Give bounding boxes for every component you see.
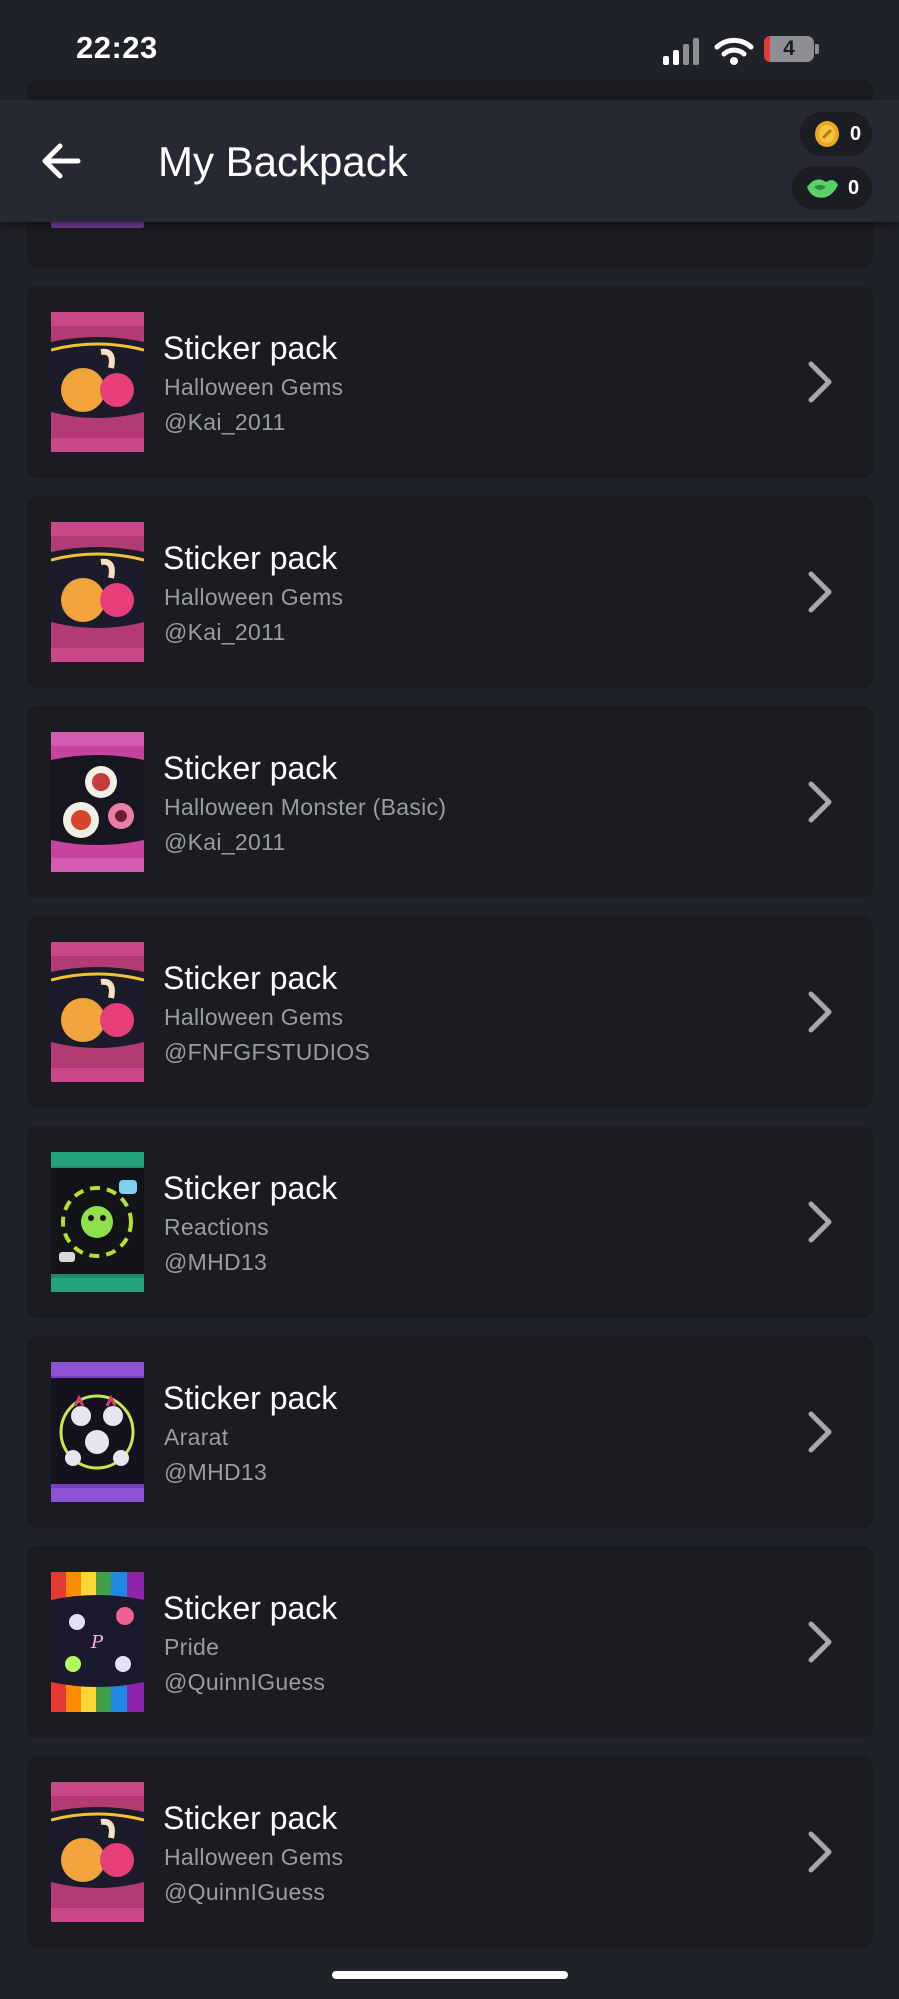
item-subtitle: Halloween Monster (Basic) [164, 794, 447, 820]
list-item[interactable]: P Sticker pack Pride @QuinnIGuess [27, 1546, 873, 1738]
sticker-pack-gems-icon [51, 522, 144, 662]
chevron-right-icon [808, 1411, 832, 1453]
cellular-signal-icon [663, 38, 699, 65]
sticker-pack-pride-icon: P [51, 1572, 144, 1712]
list-item[interactable]: Sticker pack Halloween Gems @FNFGFSTUDIO… [27, 916, 873, 1108]
item-subtitle: Halloween Gems [164, 584, 344, 610]
sticker-pack-gems-icon [51, 942, 144, 1082]
sticker-pack-gems-icon [51, 312, 144, 452]
list-item[interactable]: Sticker pack Halloween Monster (Basic) @… [27, 706, 873, 898]
gem-balance[interactable]: 0 [792, 166, 872, 210]
app-header: My Backpack 0 0 [0, 100, 899, 222]
item-subtitle: Halloween Gems [164, 1844, 344, 1870]
item-title: Sticker pack [163, 330, 338, 366]
item-title: Sticker pack [163, 750, 338, 786]
item-username: @Kai_2011 [164, 829, 286, 855]
item-title: Sticker pack [163, 1170, 338, 1206]
arrow-left-icon [42, 143, 81, 179]
item-subtitle: Halloween Gems [164, 374, 344, 400]
item-title: Sticker pack [163, 960, 338, 996]
coin-amount: 0 [850, 122, 862, 145]
sticker-pack-gems-icon [51, 1782, 144, 1922]
item-username: @MHD13 [164, 1249, 268, 1275]
item-username: @FNFGFSTUDIOS [164, 1039, 371, 1065]
gem-amount: 0 [848, 176, 860, 199]
sticker-pack-monster-icon [51, 732, 144, 872]
item-subtitle: Reactions [164, 1214, 269, 1240]
list-item[interactable]: Sticker pack Ararat @MHD13 [27, 1336, 873, 1528]
home-indicator[interactable] [332, 1971, 568, 1979]
coin-icon [815, 121, 839, 147]
item-title: Sticker pack [163, 1590, 338, 1626]
item-username: @QuinnIGuess [164, 1879, 326, 1905]
list-item[interactable]: Sticker pack Reactions @MHD13 [27, 1126, 873, 1318]
item-subtitle: Ararat [164, 1424, 229, 1450]
sticker-pack-ararat-icon [51, 1362, 144, 1502]
item-username: @MHD13 [164, 1459, 268, 1485]
back-button[interactable] [38, 138, 88, 184]
sticker-pack-reactions-icon [51, 1152, 144, 1292]
list-item[interactable]: Sticker pack Halloween Gems @QuinnIGuess [27, 1756, 873, 1948]
item-title: Sticker pack [163, 1380, 338, 1416]
status-time: 22:23 [76, 30, 158, 65]
chevron-right-icon [808, 1201, 832, 1243]
item-username: @Kai_2011 [164, 409, 286, 435]
list-item[interactable]: Sticker pack Halloween Gems @Kai_2011 [27, 286, 873, 478]
item-username: @Kai_2011 [164, 619, 286, 645]
item-title: Sticker pack [163, 1800, 338, 1836]
chevron-right-icon [808, 991, 832, 1033]
list-item[interactable]: Sticker pack Halloween Gems @Kai_2011 [27, 496, 873, 688]
chevron-right-icon [808, 571, 832, 613]
battery-level: 4 [783, 37, 795, 60]
chevron-right-icon [808, 1621, 832, 1663]
page-title: My Backpack [158, 138, 408, 185]
item-subtitle: Halloween Gems [164, 1004, 344, 1030]
item-title: Sticker pack [163, 540, 338, 576]
gem-icon [807, 179, 838, 198]
coin-balance[interactable]: 0 [800, 112, 872, 156]
battery-icon: 4 [764, 36, 819, 64]
item-username: @QuinnIGuess [164, 1669, 326, 1695]
svg-text:P: P [90, 1632, 104, 1653]
chevron-right-icon [808, 781, 832, 823]
item-subtitle: Pride [164, 1634, 220, 1660]
chevron-right-icon [808, 361, 832, 403]
wifi-icon [714, 37, 754, 65]
chevron-right-icon [808, 1831, 832, 1873]
